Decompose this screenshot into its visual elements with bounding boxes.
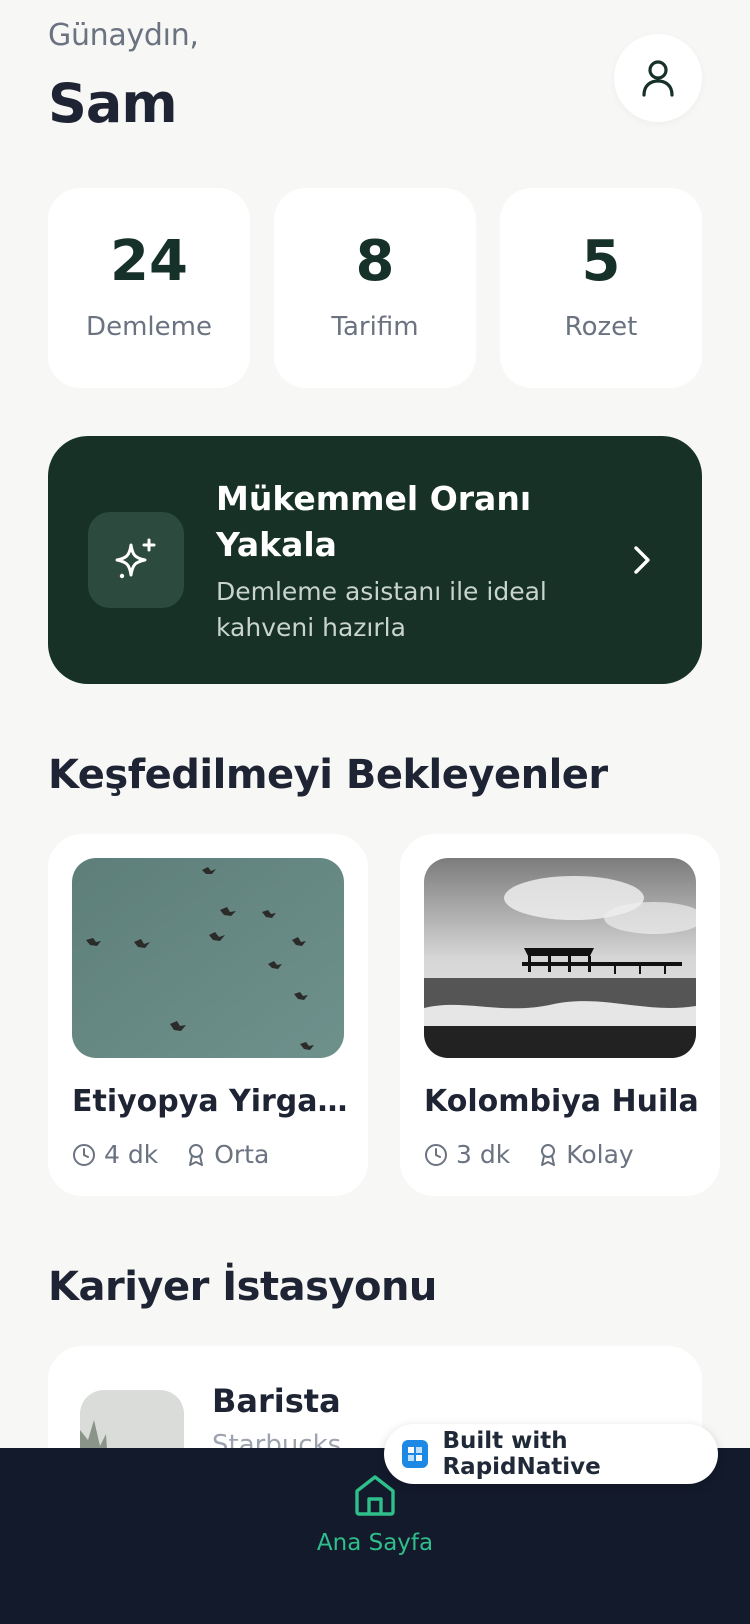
sparkles-icon-box bbox=[88, 512, 184, 608]
promo-subtitle: Demleme asistanı ile ideal kahveni hazır… bbox=[216, 577, 547, 642]
recipe-time: 4 dk bbox=[104, 1140, 159, 1169]
tab-home[interactable]: Ana Sayfa bbox=[300, 1472, 450, 1556]
user-name: Sam bbox=[48, 72, 178, 135]
chevron-right-icon bbox=[622, 540, 662, 580]
job-title: Barista bbox=[212, 1382, 341, 1420]
sparkles-icon bbox=[115, 538, 156, 579]
award-icon bbox=[189, 1143, 204, 1166]
badge-text: Built with RapidNative bbox=[442, 1428, 601, 1480]
stat-card-brews[interactable]: 24 Demleme bbox=[48, 188, 250, 388]
recipe-card[interactable]: Kolombiya Huila 3 dk Kolay bbox=[400, 834, 720, 1196]
profile-button[interactable] bbox=[614, 34, 702, 122]
stat-card-recipes[interactable]: 8 Tarifim bbox=[274, 188, 476, 388]
recipe-name: Etiyopya Yirgacheffe bbox=[72, 1084, 352, 1119]
recipe-image-birds bbox=[72, 858, 344, 1058]
clock-icon bbox=[73, 1143, 95, 1166]
user-icon bbox=[642, 60, 674, 97]
stat-card-badges[interactable]: 5 Rozet bbox=[500, 188, 702, 388]
stats-row: 24 Demleme 8 Tarifim 5 Rozet bbox=[48, 188, 702, 388]
stat-label: Tarifim bbox=[331, 312, 419, 342]
section-title-career: Kariyer İstasyonu bbox=[48, 1264, 437, 1310]
recipe-card[interactable]: Etiyopya Yirgacheffe 4 dk Orta bbox=[48, 834, 368, 1196]
recipe-image-pier bbox=[424, 858, 696, 1058]
clock-icon bbox=[425, 1143, 447, 1166]
greeting-text: Günaydın, bbox=[48, 18, 199, 53]
stat-value: 24 bbox=[110, 229, 188, 294]
promo-title: Mükemmel Oranı Yakala bbox=[216, 479, 532, 564]
stat-value: 5 bbox=[581, 229, 621, 294]
built-with-badge[interactable]: Built with RapidNative bbox=[384, 1424, 718, 1484]
recipe-time: 3 dk bbox=[456, 1140, 511, 1169]
section-title-discover: Keşfedilmeyi Bekleyenler bbox=[48, 752, 608, 798]
tab-home-label: Ana Sayfa bbox=[316, 1530, 434, 1556]
rapidnative-logo-icon bbox=[402, 1440, 429, 1468]
award-icon bbox=[541, 1143, 556, 1166]
recipe-level: Kolay bbox=[566, 1140, 634, 1169]
stat-label: Demleme bbox=[86, 312, 212, 342]
home-icon bbox=[355, 1475, 395, 1516]
brew-assistant-card[interactable]: Mükemmel Oranı Yakala Demleme asistanı i… bbox=[48, 436, 702, 684]
recipe-level: Orta bbox=[214, 1140, 270, 1169]
recipe-meta: 4 dk Orta bbox=[72, 1140, 297, 1169]
stat-label: Rozet bbox=[564, 312, 638, 342]
stat-value: 8 bbox=[355, 229, 395, 294]
recipe-meta: 3 dk Kolay bbox=[424, 1140, 662, 1169]
recipe-name: Kolombiya Huila bbox=[424, 1084, 699, 1119]
